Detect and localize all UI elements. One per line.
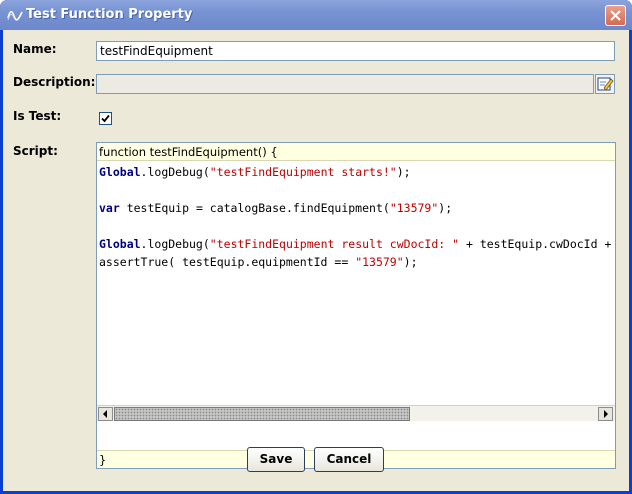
cancel-button[interactable]: Cancel: [314, 447, 384, 472]
code-keyword: Global: [99, 165, 141, 179]
scroll-right-button[interactable]: [598, 407, 613, 421]
script-function-header: function testFindEquipment() {: [97, 143, 615, 161]
arrow-left-icon: [103, 410, 107, 418]
code-keyword: Global: [99, 237, 141, 251]
horizontal-scrollbar[interactable]: [97, 405, 615, 421]
is-test-checkbox[interactable]: [99, 112, 112, 125]
code-string: "13579": [355, 255, 404, 269]
code-text: );: [438, 201, 453, 215]
code-line: Global.logDebug("testFindEquipment start…: [99, 163, 613, 181]
edit-description-button[interactable]: [595, 74, 615, 94]
dialog-window: Test Function Property Name: testFindEqu…: [0, 0, 632, 494]
edit-pencil-icon: [597, 77, 614, 91]
close-icon: [610, 10, 621, 21]
scrollbar-thumb[interactable]: [114, 407, 410, 421]
is-test-label: Is Test:: [13, 109, 62, 123]
arrow-right-icon: [604, 410, 608, 418]
save-button[interactable]: Save: [247, 447, 305, 472]
scroll-left-button[interactable]: [98, 407, 113, 421]
window-title: Test Function Property: [26, 7, 193, 22]
name-field[interactable]: testFindEquipment: [96, 41, 615, 61]
code-line: assertTrue( testEquip.equipmentId == "13…: [99, 253, 613, 271]
checkmark-icon: [101, 114, 110, 123]
code-line: Global.logDebug("testFindEquipment resul…: [99, 235, 613, 253]
code-line: var testEquip = catalogBase.findEquipmen…: [99, 199, 613, 217]
code-text: + testEquip.cwDocId +: [459, 237, 612, 251]
code-text: testEquip = catalogBase.findEquipment(: [119, 201, 390, 215]
code-keyword: var: [99, 201, 120, 215]
code-string: "testFindEquipment result cwDocId: ": [209, 237, 460, 251]
code-text: );: [403, 255, 418, 269]
code-text: .logDebug(: [140, 237, 210, 251]
wave-icon: [7, 8, 23, 22]
script-code-area[interactable]: Global.logDebug("testFindEquipment start…: [97, 161, 615, 405]
script-label: Script:: [13, 144, 58, 158]
code-text: .logDebug(: [140, 165, 210, 179]
name-label: Name:: [13, 42, 57, 56]
code-text: );: [396, 165, 411, 179]
close-button[interactable]: [605, 5, 626, 26]
title-bar[interactable]: Test Function Property: [0, 0, 632, 30]
code-string: "testFindEquipment starts!": [209, 165, 397, 179]
code-string: "13579": [389, 201, 439, 215]
description-label: Description:: [13, 75, 96, 89]
script-editor[interactable]: function testFindEquipment() { Global.lo…: [96, 142, 616, 469]
dialog-body: Name: testFindEquipment Description: Is …: [3, 30, 629, 491]
code-text: assertTrue( testEquip.equipmentId ==: [99, 255, 356, 269]
description-field[interactable]: [96, 74, 594, 94]
